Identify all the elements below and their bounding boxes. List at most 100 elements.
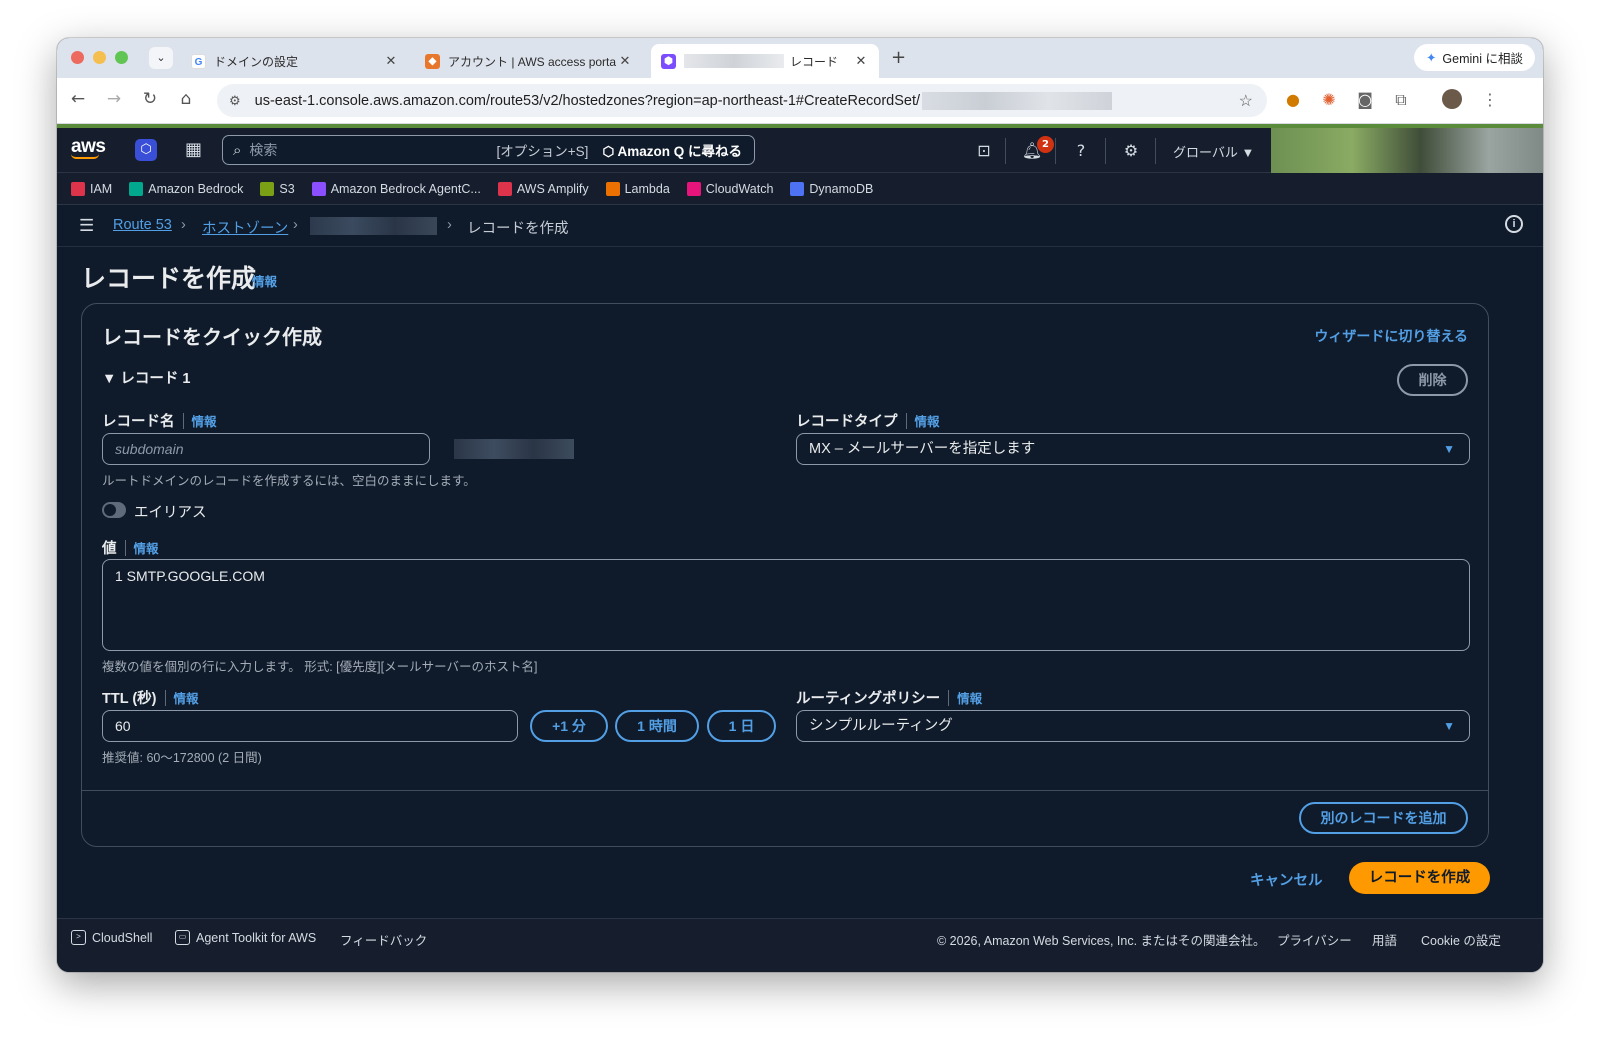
extension-hat-icon[interactable]: ● <box>1282 90 1304 109</box>
footer-feedback[interactable]: フィードバック <box>340 930 427 949</box>
lambda-icon <box>605 181 620 196</box>
favorite-dynamodb[interactable]: DynamoDB <box>790 181 873 196</box>
record-name-info-link[interactable]: 情報 <box>192 411 217 430</box>
redacted-account-menu[interactable] <box>1271 128 1543 173</box>
breadcrumb-chevron-icon: › <box>447 217 452 233</box>
routing-policy-info-link[interactable]: 情報 <box>957 688 982 707</box>
home-icon[interactable]: ⌂ <box>175 89 197 109</box>
ttl-1-hour-button[interactable]: 1 時間 <box>615 710 699 742</box>
favorites-bar: IAM Amazon Bedrock S3 Amazon Bedrock Age… <box>57 173 1543 205</box>
cancel-button[interactable]: キャンセル <box>1250 869 1323 890</box>
ttl-info-link[interactable]: 情報 <box>174 688 199 707</box>
new-tab-button[interactable]: + <box>891 47 906 68</box>
ttl-input[interactable]: 60 <box>102 710 518 742</box>
aws-top-nav: aws ⬡ ▦ ⌕ 検索 [オプション+S] ⬡ Amazon Q に尋ねる ⊡… <box>57 128 1543 173</box>
footer-privacy[interactable]: プライバシー <box>1277 930 1352 949</box>
alias-toggle[interactable] <box>102 502 126 518</box>
value-info-link[interactable]: 情報 <box>134 538 159 557</box>
settings-gear-icon[interactable]: ⚙ <box>1120 140 1142 162</box>
browser-menu-icon[interactable]: ⋮ <box>1479 90 1501 109</box>
aws-logo[interactable]: aws <box>71 136 106 159</box>
s3-icon <box>260 181 275 196</box>
cloudshell-icon[interactable]: ⊡ <box>973 140 995 162</box>
record-type-select[interactable]: MX – メールサーバーを指定します ▼ <box>796 433 1470 465</box>
favorite-cloudwatch[interactable]: CloudWatch <box>686 181 773 196</box>
toolkit-icon: ▭ <box>175 930 190 945</box>
create-records-button[interactable]: レコードを作成 <box>1349 862 1490 894</box>
favorite-bedrock[interactable]: Amazon Bedrock <box>129 181 243 196</box>
extensions-puzzle-icon[interactable]: ⧉ <box>1390 90 1412 110</box>
breadcrumb-current: レコードを作成 <box>467 221 569 237</box>
reload-icon[interactable]: ↻ <box>139 89 161 109</box>
add-another-record-button[interactable]: 別のレコードを追加 <box>1299 802 1468 834</box>
close-window-button[interactable] <box>71 51 84 64</box>
header-divider <box>1055 138 1056 164</box>
bookmark-star-icon[interactable]: ☆ <box>1239 91 1253 111</box>
extension-camera-icon[interactable]: ◙ <box>1354 90 1376 109</box>
record-type-info-link[interactable]: 情報 <box>915 411 940 430</box>
delete-button[interactable]: 削除 <box>1397 364 1468 396</box>
favorite-lambda[interactable]: Lambda <box>605 181 670 196</box>
page-info-link[interactable]: 情報 <box>252 271 277 290</box>
search-icon: ⌕ <box>233 141 242 159</box>
forward-icon[interactable]: → <box>103 89 125 109</box>
help-icon[interactable]: ? <box>1070 140 1092 162</box>
panel-title: レコードをクイック作成 <box>102 327 322 349</box>
info-panel-icon[interactable]: i <box>1505 215 1523 233</box>
close-tab-icon[interactable]: ✕ <box>383 53 399 69</box>
breadcrumb-hosted-zones[interactable]: ホストゾーン <box>202 217 288 238</box>
header-divider <box>1005 138 1006 164</box>
service-hex-icon[interactable]: ⬡ <box>135 139 157 161</box>
footer-terms[interactable]: 用語 <box>1372 930 1397 949</box>
services-grid-icon[interactable]: ▦ <box>185 139 202 160</box>
tab-strip: ⌄ G ドメインの設定 ✕ ◆ アカウント | AWS access porta… <box>57 38 1543 78</box>
record-1-toggle[interactable]: ▼ レコード 1 <box>102 367 190 388</box>
routing-policy-select[interactable]: シンプルルーティング ▼ <box>796 710 1470 742</box>
toggle-knob <box>104 504 116 516</box>
gemini-sparkle-icon: ✦ <box>1425 51 1437 65</box>
breadcrumb-chevron-icon: › <box>293 217 298 233</box>
footer-cloudshell[interactable]: > CloudShell <box>71 930 152 945</box>
value-textarea[interactable]: 1 SMTP.GOOGLE.COM <box>102 559 1470 651</box>
extension-sunburst-icon[interactable]: ✺ <box>1318 90 1340 109</box>
favorite-iam[interactable]: IAM <box>71 181 112 196</box>
close-tab-icon[interactable]: ✕ <box>617 53 633 69</box>
tab-aws-access-portal[interactable]: ◆ アカウント | AWS access porta ✕ <box>415 44 643 78</box>
minimize-window-button[interactable] <box>93 51 106 64</box>
aws-search-input[interactable]: ⌕ 検索 [オプション+S] ⬡ Amazon Q に尋ねる <box>222 135 755 165</box>
notification-badge: 2 <box>1037 136 1054 153</box>
favorite-amplify[interactable]: AWS Amplify <box>497 181 589 196</box>
iam-icon <box>71 181 85 196</box>
tab-domain-settings[interactable]: G ドメインの設定 ✕ <box>181 44 409 78</box>
header-divider <box>1105 138 1106 164</box>
gemini-button[interactable]: ✦ Gemini に相談 <box>1413 44 1535 71</box>
profile-avatar[interactable] <box>1442 89 1462 109</box>
dropdown-caret-icon: ▼ <box>1443 442 1455 456</box>
breadcrumb-route53[interactable]: Route 53 <box>113 217 172 233</box>
ttl-1-day-button[interactable]: 1 日 <box>707 710 776 742</box>
switch-to-wizard-link[interactable]: ウィザードに切り替える <box>1314 326 1468 346</box>
region-selector[interactable]: グローバル ▼ <box>1173 142 1254 161</box>
site-settings-icon[interactable]: ⚙ <box>229 93 241 109</box>
favorite-s3[interactable]: S3 <box>260 181 295 196</box>
address-toolbar: ← → ↻ ⌂ ⚙ us-east-1.console.aws.amazon.c… <box>57 78 1543 124</box>
footer-cookie-settings[interactable]: Cookie の設定 <box>1421 930 1501 949</box>
url-bar[interactable]: ⚙ us-east-1.console.aws.amazon.com/route… <box>217 84 1267 117</box>
tab-search-icon[interactable]: ⌄ <box>149 47 173 69</box>
hamburger-menu-icon[interactable]: ☰ <box>79 216 94 236</box>
amplify-icon <box>497 181 512 196</box>
maximize-window-button[interactable] <box>115 51 128 64</box>
record-name-input[interactable]: subdomain <box>102 433 430 465</box>
ttl-plus-1-minute-button[interactable]: +1 分 <box>530 710 608 742</box>
close-tab-icon[interactable]: ✕ <box>853 53 869 69</box>
dropdown-caret-icon: ▼ <box>1443 719 1455 733</box>
back-icon[interactable]: ← <box>67 89 89 109</box>
breadcrumb-chevron-icon: › <box>181 217 186 233</box>
favorite-bedrock-agentcore[interactable]: Amazon Bedrock AgentC... <box>311 181 481 196</box>
footer-agent-toolkit[interactable]: ▭ Agent Toolkit for AWS <box>175 930 316 945</box>
record-type-label: レコードタイプ 情報 <box>796 410 940 431</box>
redacted-hosted-zone[interactable] <box>310 217 437 235</box>
tab-create-record[interactable]: ⬢ レコード ✕ <box>651 44 879 78</box>
cloudshell-icon: > <box>71 930 86 945</box>
amazon-q-button[interactable]: ⬡ Amazon Q に尋ねる <box>602 140 742 160</box>
